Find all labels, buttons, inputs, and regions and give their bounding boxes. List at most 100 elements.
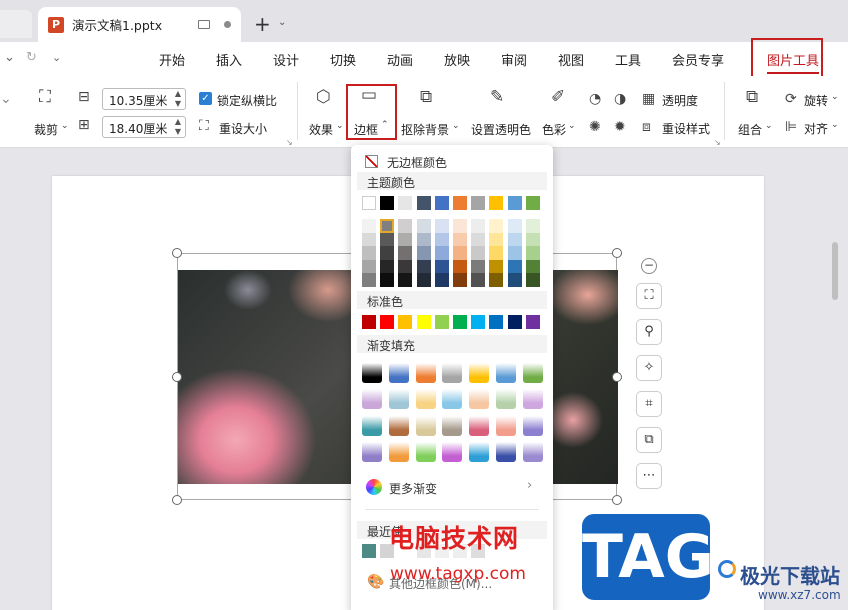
- theme-shade-swatch[interactable]: [453, 259, 467, 274]
- group-icon[interactable]: ⧉: [746, 89, 758, 106]
- theme-shade-swatch[interactable]: [525, 232, 540, 247]
- theme-shade-swatch[interactable]: [380, 273, 395, 287]
- monitor-icon[interactable]: [198, 20, 210, 29]
- contrast-decrease-icon[interactable]: ✹: [614, 120, 626, 134]
- gradient-swatch[interactable]: [442, 389, 463, 410]
- height-input[interactable]: 18.40厘米 ▲ ▼: [102, 116, 186, 138]
- theme-shade-swatch[interactable]: [489, 232, 504, 247]
- gradient-swatch[interactable]: [522, 389, 543, 410]
- gradient-swatch[interactable]: [388, 441, 409, 462]
- lock-ratio-checkbox[interactable]: ✓: [199, 92, 212, 105]
- effects-button[interactable]: 效果: [309, 121, 333, 138]
- group-dropdown-icon[interactable]: ⌄: [765, 122, 773, 131]
- theme-shade-swatch[interactable]: [416, 232, 431, 247]
- theme-color-swatch[interactable]: [525, 196, 540, 210]
- crop-tool-icon[interactable]: ⛶: [636, 283, 662, 309]
- crop-label[interactable]: 裁剪: [34, 121, 58, 138]
- more-tools-icon[interactable]: ⋯: [636, 463, 662, 489]
- theme-shade-swatch[interactable]: [453, 219, 467, 233]
- transparency-icon[interactable]: ▦: [642, 92, 655, 106]
- set-transparent-color-icon[interactable]: ✎: [490, 89, 504, 106]
- theme-shade-swatch[interactable]: [380, 219, 395, 233]
- theme-shade-swatch[interactable]: [471, 273, 486, 287]
- theme-color-swatch[interactable]: [380, 196, 395, 210]
- theme-color-swatch[interactable]: [453, 196, 467, 210]
- theme-shade-swatch[interactable]: [362, 246, 376, 260]
- effects-icon[interactable]: ⬡: [316, 89, 331, 106]
- transparency-button[interactable]: 透明度: [662, 92, 698, 109]
- gradient-swatch[interactable]: [415, 389, 436, 410]
- remove-background-button[interactable]: 抠除背景: [401, 121, 449, 138]
- theme-color-swatch[interactable]: [507, 196, 522, 210]
- gradient-swatch[interactable]: [442, 415, 463, 436]
- theme-shade-swatch[interactable]: [489, 259, 504, 274]
- standard-color-swatch[interactable]: [362, 315, 376, 329]
- theme-shade-swatch[interactable]: [434, 246, 449, 260]
- standard-color-swatch[interactable]: [471, 315, 486, 329]
- magic-tool-icon[interactable]: ✧: [636, 355, 662, 381]
- menu-tools[interactable]: 工具: [615, 50, 641, 69]
- crop-dropdown-icon[interactable]: ⌄: [61, 122, 69, 131]
- menu-transitions[interactable]: 切换: [330, 50, 356, 69]
- remove-background-dropdown-icon[interactable]: ⌄: [452, 122, 460, 131]
- theme-shade-swatch[interactable]: [416, 273, 431, 287]
- contrast-increase-icon[interactable]: ✺: [589, 120, 601, 134]
- theme-shade-swatch[interactable]: [525, 273, 540, 287]
- theme-shade-swatch[interactable]: [453, 232, 467, 247]
- theme-shade-swatch[interactable]: [398, 273, 413, 287]
- menu-animations[interactable]: 动画: [387, 50, 413, 69]
- gradient-swatch[interactable]: [362, 389, 382, 410]
- color-dropdown-icon[interactable]: ⌄: [568, 122, 576, 131]
- theme-shade-swatch[interactable]: [398, 232, 413, 247]
- resize-handle-bottom-right[interactable]: [612, 495, 622, 505]
- standard-color-swatch[interactable]: [489, 315, 504, 329]
- width-input[interactable]: 10.35厘米 ▲ ▼: [102, 88, 186, 110]
- ribbon-left-arrow-icon[interactable]: ⌄: [0, 92, 12, 106]
- color-icon[interactable]: ✐: [551, 89, 565, 106]
- theme-shade-swatch[interactable]: [434, 232, 449, 247]
- theme-shade-swatch[interactable]: [453, 273, 467, 287]
- reset-size-icon[interactable]: ⛶: [199, 119, 209, 133]
- theme-shade-swatch[interactable]: [471, 259, 486, 274]
- picture-settings-corner-icon[interactable]: ↘: [714, 138, 721, 147]
- collapse-toolbar-icon[interactable]: −: [641, 258, 657, 274]
- redo-icon[interactable]: ↻: [26, 50, 37, 65]
- gradient-swatch[interactable]: [522, 441, 543, 462]
- resize-handle-middle-left[interactable]: [172, 372, 182, 382]
- theme-shade-swatch[interactable]: [489, 246, 504, 260]
- standard-color-swatch[interactable]: [416, 315, 431, 329]
- theme-shade-swatch[interactable]: [525, 219, 540, 233]
- theme-shade-swatch[interactable]: [362, 259, 376, 274]
- gradient-swatch[interactable]: [362, 415, 382, 436]
- standard-color-swatch[interactable]: [434, 315, 449, 329]
- theme-shade-swatch[interactable]: [416, 246, 431, 260]
- theme-shade-swatch[interactable]: [380, 246, 395, 260]
- theme-shade-swatch[interactable]: [453, 246, 467, 260]
- menu-review[interactable]: 审阅: [501, 50, 527, 69]
- standard-color-swatch[interactable]: [398, 315, 413, 329]
- extract-text-tool-icon[interactable]: ⌗: [636, 391, 662, 417]
- menu-member[interactable]: 会员专享: [672, 50, 724, 69]
- theme-shade-swatch[interactable]: [380, 259, 395, 274]
- theme-color-swatch[interactable]: [362, 196, 376, 210]
- theme-shade-swatch[interactable]: [434, 259, 449, 274]
- gradient-swatch[interactable]: [469, 441, 490, 462]
- gradient-swatch[interactable]: [362, 441, 382, 462]
- brightness-decrease-icon[interactable]: ◑: [614, 92, 626, 106]
- menu-left-icon[interactable]: ⌄: [4, 50, 15, 65]
- gradient-swatch[interactable]: [496, 441, 516, 462]
- gradient-swatch[interactable]: [442, 441, 463, 462]
- new-tab-button[interactable]: +: [254, 12, 271, 36]
- reset-size-button[interactable]: 重设大小: [219, 120, 267, 137]
- theme-shade-swatch[interactable]: [362, 232, 376, 247]
- quick-access-dropdown-icon[interactable]: ⌄: [52, 51, 61, 64]
- gradient-swatch[interactable]: [522, 363, 543, 383]
- gradient-swatch[interactable]: [496, 363, 516, 383]
- resize-handle-bottom-left[interactable]: [172, 495, 182, 505]
- theme-shade-swatch[interactable]: [525, 246, 540, 260]
- rotate-button[interactable]: 旋转: [804, 92, 828, 109]
- gradient-swatch[interactable]: [415, 363, 436, 383]
- theme-shade-swatch[interactable]: [507, 259, 522, 274]
- resize-handle-top-right[interactable]: [612, 248, 622, 258]
- menu-home[interactable]: 开始: [159, 50, 185, 69]
